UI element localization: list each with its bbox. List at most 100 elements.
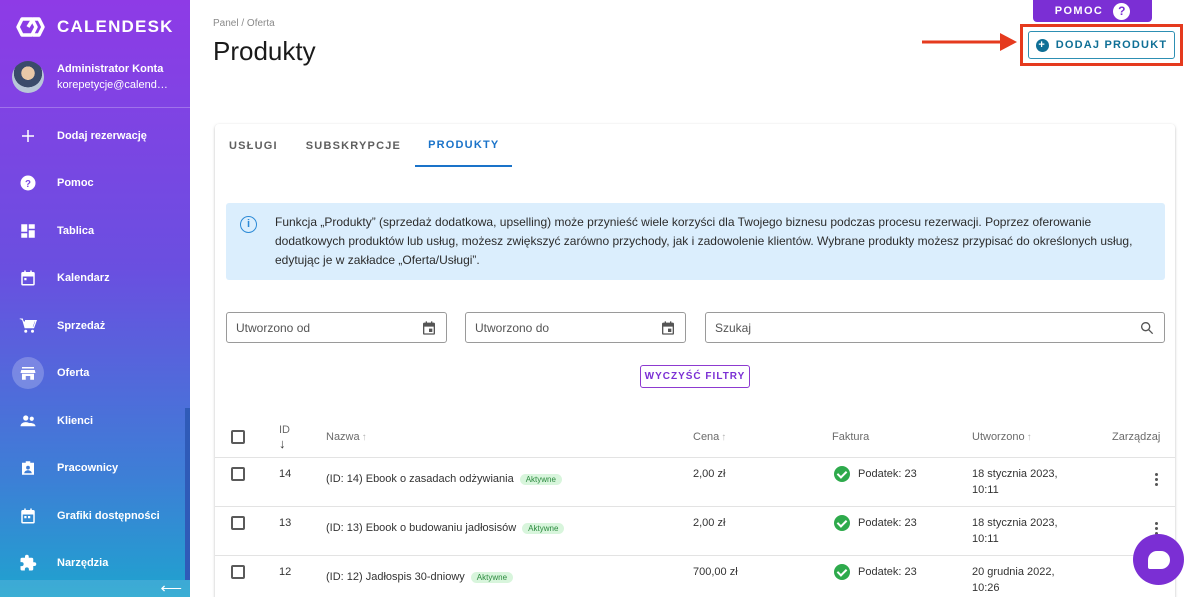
col-id[interactable]: ID ↓ — [279, 424, 290, 451]
more-vert-icon[interactable] — [1155, 473, 1159, 488]
dashboard-icon — [12, 215, 44, 247]
clear-filters-button[interactable]: WYCZYŚĆ FILTRY — [640, 365, 750, 388]
table-header: ID ↓ Nazwa ↑ Cena ↑ Faktura Utworzono ↑ Zar… — [215, 418, 1175, 458]
calendesk-logo-icon — [16, 17, 45, 37]
col-created-label: Utworzono — [972, 431, 1025, 443]
sort-arrow-icon: ↑ — [721, 432, 727, 443]
table-row[interactable]: 12 (ID: 12) Jadłospis 30-dniowy Aktywne 7… — [215, 556, 1175, 597]
row-price: 700,00 zł — [693, 566, 738, 578]
plus-icon — [12, 120, 44, 152]
sidebar-footer: ⟵ — [0, 580, 190, 597]
brand-name: CALENDESK — [57, 17, 174, 36]
sidebar-nav: Dodaj rezerwację ? Pomoc Tablica Kalenda… — [0, 112, 190, 587]
help-icon: ? — [12, 167, 44, 199]
sidebar: CALENDESK Administrator Konta korepetycj… — [0, 0, 190, 597]
tab-services[interactable]: USŁUGI — [215, 124, 292, 167]
row-name[interactable]: (ID: 14) Ebook o zasadach odżywiania Akty… — [326, 473, 562, 485]
row-time: 10:11 — [972, 484, 999, 496]
tab-bar: USŁUGI SUBSKRYPCJE PRODUKTY — [215, 124, 513, 167]
brand[interactable]: CALENDESK — [13, 14, 174, 40]
status-badge: Aktywne — [522, 522, 565, 534]
sidebar-item-schedules[interactable]: Grafiki dostępności — [0, 492, 190, 540]
page-title: Produkty — [213, 36, 316, 66]
cart-icon — [12, 310, 44, 342]
search-input[interactable]: Szukaj — [705, 312, 1165, 343]
row-date: 18 stycznia 2023, — [972, 468, 1058, 480]
row-tax: Podatek: 23 — [858, 566, 917, 578]
add-product-label: DODAJ PRODUKT — [1055, 39, 1168, 51]
row-name-text: (ID: 13) Ebook o budowaniu jadłosisów — [326, 522, 517, 534]
user-name: Administrator Konta — [57, 63, 164, 75]
row-created: 18 stycznia 2023, 10:11 — [972, 515, 1058, 547]
sidebar-item-dashboard[interactable]: Tablica — [0, 207, 190, 255]
sidebar-item-calendar[interactable]: Kalendarz — [0, 255, 190, 303]
row-time: 10:11 — [972, 533, 999, 545]
check-circle-icon — [834, 466, 850, 482]
svg-text:?: ? — [25, 179, 31, 190]
row-time: 10:26 — [972, 582, 1000, 594]
table-row[interactable]: 14 (ID: 14) Ebook o zasadach odżywiania A… — [215, 458, 1175, 507]
sidebar-item-label: Grafiki dostępności — [57, 509, 160, 522]
row-price: 2,00 zł — [693, 468, 726, 480]
status-badge: Aktywne — [519, 473, 562, 485]
created-from-field[interactable]: Utworzono od — [226, 312, 447, 343]
row-checkbox[interactable] — [231, 516, 245, 530]
sidebar-item-help[interactable]: ? Pomoc — [0, 160, 190, 208]
sidebar-item-label: Dodaj rezerwację — [57, 129, 147, 142]
avatar — [12, 61, 44, 93]
sidebar-item-offer[interactable]: Oferta — [0, 350, 190, 398]
created-from-placeholder: Utworzono od — [236, 320, 311, 335]
search-icon[interactable] — [1139, 320, 1155, 336]
sidebar-item-label: Tablica — [57, 224, 95, 237]
col-name[interactable]: Nazwa ↑ — [326, 431, 367, 443]
annotation-arrow-icon — [922, 33, 1017, 51]
sort-arrow-icon: ↑ — [1026, 432, 1032, 443]
info-alert: i Funkcja „Produkty” (sprzedaż dodatkowa… — [226, 203, 1165, 280]
check-circle-icon — [834, 564, 850, 580]
add-product-button[interactable]: + DODAJ PRODUKT — [1028, 31, 1175, 59]
row-created: 18 stycznia 2023, 10:11 — [972, 466, 1058, 498]
created-to-placeholder: Utworzono do — [475, 320, 550, 335]
created-to-field[interactable]: Utworzono do — [465, 312, 686, 343]
calendar-icon[interactable] — [421, 320, 437, 336]
user-profile[interactable]: Administrator Konta korepetycje@calendes… — [12, 61, 184, 93]
row-date: 20 grudnia 2022, — [972, 566, 1055, 578]
col-created[interactable]: Utworzono ↑ — [972, 431, 1032, 443]
row-name-text: (ID: 12) Jadłospis 30-dniowy — [326, 571, 465, 583]
calendar-icon[interactable] — [660, 320, 676, 336]
info-text: Funkcja „Produkty” (sprzedaż dodatkowa, … — [275, 215, 1133, 267]
col-name-label: Nazwa — [326, 431, 360, 443]
info-icon: i — [240, 216, 257, 233]
sidebar-item-label: Pomoc — [57, 177, 94, 190]
row-checkbox[interactable] — [231, 467, 245, 481]
sidebar-item-add-booking[interactable]: Dodaj rezerwację — [0, 112, 190, 160]
sidebar-scrollbar[interactable] — [185, 408, 190, 580]
row-checkbox[interactable] — [231, 565, 245, 579]
sidebar-item-employees[interactable]: Pracownicy — [0, 445, 190, 493]
sidebar-item-sales[interactable]: Sprzedaż — [0, 302, 190, 350]
table-row[interactable]: 13 (ID: 13) Ebook o budowaniu jadłosisów… — [215, 507, 1175, 556]
search-placeholder: Szukaj — [715, 320, 752, 335]
chat-widget-button[interactable] — [1133, 534, 1184, 585]
row-id: 13 — [279, 517, 292, 529]
row-tax: Podatek: 23 — [858, 517, 917, 529]
collapse-arrow-icon[interactable]: ⟵ — [160, 580, 182, 597]
row-name-text: (ID: 14) Ebook o zasadach odżywiania — [326, 473, 514, 485]
people-icon — [12, 405, 44, 437]
check-circle-icon — [834, 515, 850, 531]
sidebar-divider — [0, 107, 190, 108]
row-name[interactable]: (ID: 12) Jadłospis 30-dniowy Aktywne — [326, 571, 514, 583]
tab-products[interactable]: PRODUKTY — [415, 124, 513, 167]
breadcrumb: Panel / Oferta — [213, 18, 275, 29]
col-price[interactable]: Cena ↑ — [693, 431, 726, 443]
help-button[interactable]: POMOC ? — [1033, 0, 1152, 22]
select-all-checkbox[interactable] — [231, 430, 245, 444]
sidebar-item-label: Sprzedaż — [57, 319, 106, 332]
row-tax: Podatek: 23 — [858, 468, 917, 480]
user-email: korepetycje@calendes... — [57, 79, 172, 91]
tab-subscriptions[interactable]: SUBSKRYPCJE — [292, 124, 415, 167]
sidebar-item-label: Narzędzia — [57, 557, 109, 570]
schedule-icon — [12, 500, 44, 532]
sidebar-item-clients[interactable]: Klienci — [0, 397, 190, 445]
row-name[interactable]: (ID: 13) Ebook o budowaniu jadłosisów Akt… — [326, 522, 565, 534]
